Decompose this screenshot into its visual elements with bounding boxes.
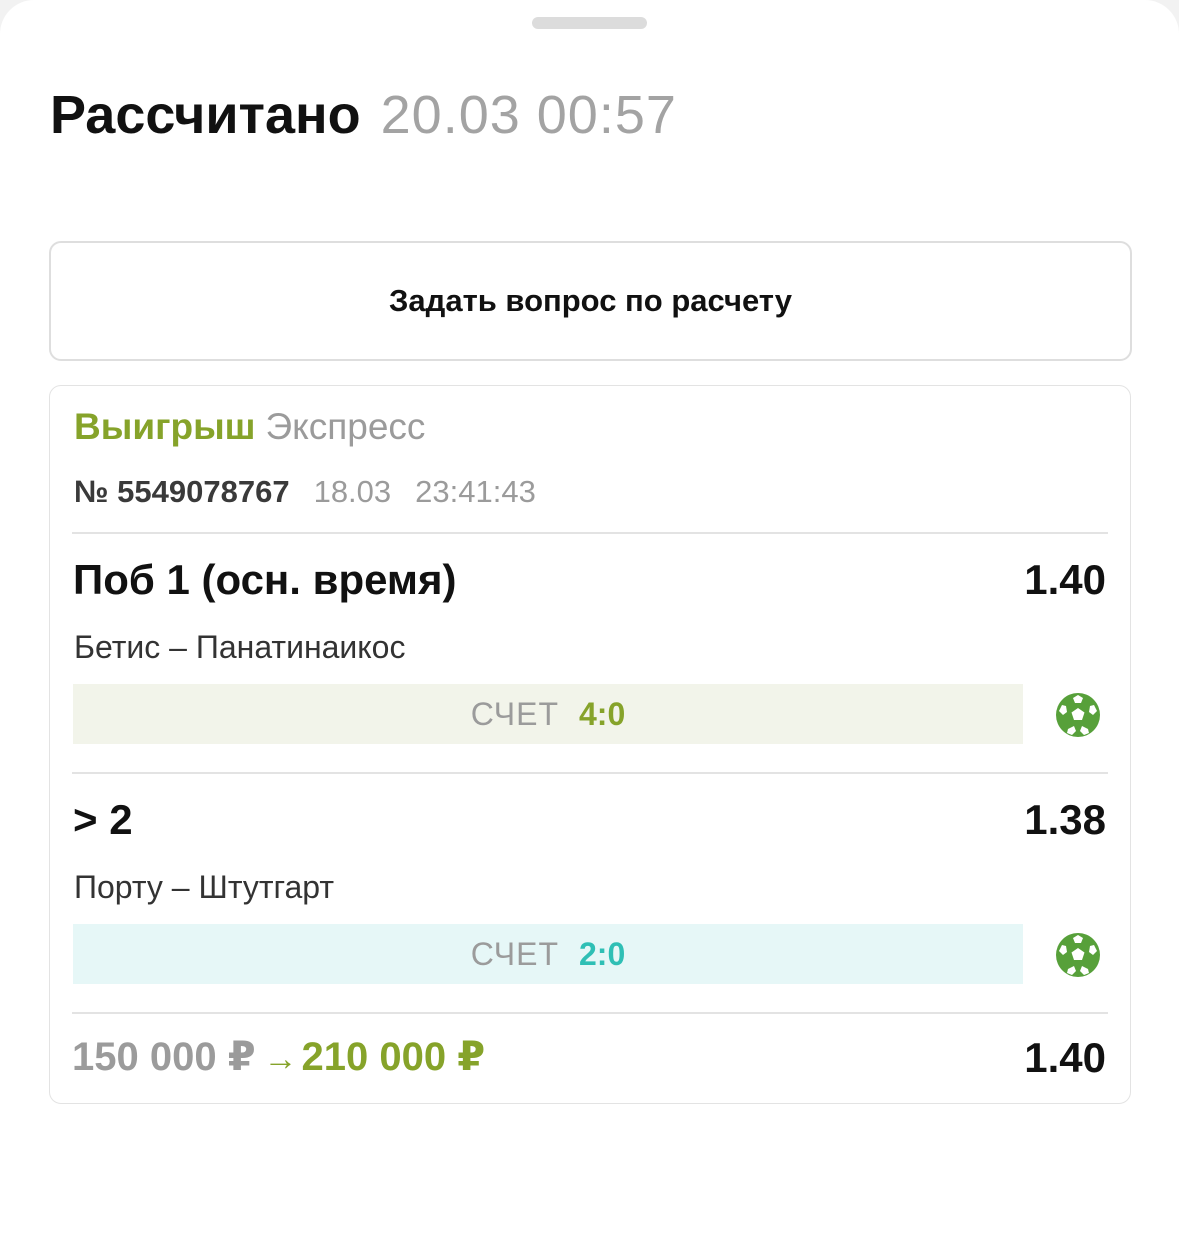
event-odds: 1.40: [1024, 556, 1106, 603]
soccer-ball-icon: [1056, 933, 1100, 977]
soccer-ball-icon: [1056, 693, 1100, 737]
bet-event-1[interactable]: Поб 1 (осн. время) 1.40 Бетис – Панатина…: [50, 534, 1130, 754]
bet-type: Экспресс: [265, 406, 426, 447]
page-title: Рассчитано: [50, 85, 361, 145]
bet-amounts: 150 000 ₽ → 210 000 ₽: [72, 1034, 485, 1080]
payout-amount: 210 000 ₽: [301, 1035, 486, 1079]
bet-status: Выигрыш: [74, 406, 256, 447]
bet-time: 23:41:43: [415, 474, 536, 509]
bet-details-sheet: Рассчитано 20.03 00:57 Задать вопрос по …: [0, 0, 1179, 1254]
bet-number: № 5549078767: [74, 474, 290, 509]
bet-card: Выигрыш Экспресс № 5549078767 18.03 23:41:4…: [49, 385, 1131, 1104]
event-odds: 1.38: [1024, 796, 1106, 843]
bet-event-2[interactable]: > 2 1.38 Порту – Штутгарт СЧЕТ 2:0: [50, 774, 1130, 994]
score-value: 4:0: [579, 695, 626, 732]
sheet-grabber-handle[interactable]: [532, 17, 647, 29]
score-label: СЧЕТ: [470, 935, 559, 972]
score-bar: СЧЕТ 2:0: [73, 924, 1023, 984]
bet-summary: 150 000 ₽ → 210 000 ₽ 1.40: [50, 1026, 1130, 1086]
score-bar: СЧЕТ 4:0: [73, 684, 1023, 744]
bet-card-header: Выигрыш Экспресс: [74, 406, 425, 448]
settlement-datetime: 20.03 00:57: [380, 85, 677, 145]
event-teams: Порту – Штутгарт: [74, 869, 334, 905]
bet-meta: № 5549078767 18.03 23:41:43: [74, 474, 536, 510]
arrow-right-icon: →: [263, 1040, 298, 1078]
event-market: Поб 1 (осн. время): [73, 556, 457, 603]
score-value: 2:0: [579, 935, 626, 972]
page-header: Рассчитано 20.03 00:57: [50, 84, 677, 154]
divider: [72, 1012, 1108, 1014]
bet-date: 18.03: [313, 474, 392, 509]
total-odds: 1.40: [1024, 1034, 1106, 1081]
event-market: > 2: [73, 796, 133, 843]
score-label: СЧЕТ: [470, 695, 559, 732]
event-teams: Бетис – Панатинаикос: [74, 629, 406, 665]
ask-question-button[interactable]: Задать вопрос по расчету: [49, 241, 1132, 361]
stake-amount: 150 000 ₽: [72, 1035, 256, 1079]
